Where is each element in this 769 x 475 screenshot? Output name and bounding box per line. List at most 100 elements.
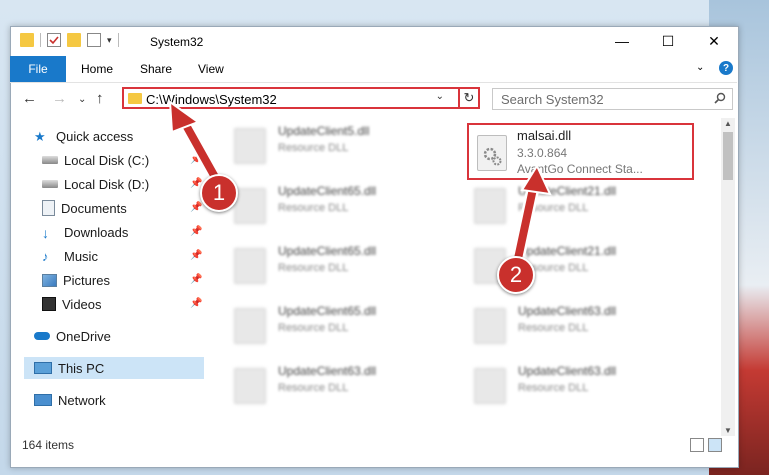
dll-file-icon — [234, 248, 266, 284]
view-switcher — [690, 438, 722, 452]
expand-ribbon-icon[interactable]: ⌄ — [696, 62, 704, 73]
address-bar[interactable]: C:\Windows\System32 ⌄ — [122, 87, 466, 109]
file-type: Resource DLL — [278, 262, 349, 274]
file-name: UpdateClient65.dll — [278, 304, 377, 318]
file-type: Resource DLL — [518, 322, 589, 334]
file-name: UpdateClient63.dll — [278, 364, 377, 378]
file-name: UpdateClient65.dll — [278, 244, 377, 258]
nav-item-pictures[interactable]: Pictures — [42, 269, 110, 291]
folder-icon — [20, 33, 34, 47]
file-name: UpdateClient21.dll — [518, 184, 617, 198]
file-item[interactable]: UpdateClient5.dll Resource DLL — [228, 120, 448, 170]
navigation-bar: ← → ⌄ ↑ C:\Windows\System32 ⌄ ↻ Search S… — [10, 84, 737, 114]
cloud-icon — [34, 332, 50, 340]
nav-item-label: Videos — [62, 296, 102, 312]
search-box[interactable]: Search System32 — [492, 88, 733, 110]
file-item[interactable]: UpdateClient63.dll Resource DLL — [228, 360, 448, 410]
large-icons-view-icon[interactable] — [708, 438, 722, 452]
dll-file-icon — [234, 308, 266, 344]
nav-item-network[interactable]: Network — [34, 389, 106, 411]
nav-item-label: Local Disk (D:) — [64, 176, 150, 192]
nav-item-label: Local Disk (C:) — [64, 152, 150, 168]
title-bar: ▾ System32 — ☐ ✕ — [10, 26, 737, 56]
qat-dropdown-icon[interactable]: ▾ — [107, 35, 112, 46]
network-icon — [34, 394, 52, 406]
file-name: malsai.dll — [517, 128, 572, 143]
file-type: Resource DLL — [278, 382, 349, 394]
tab-view[interactable]: View — [198, 62, 224, 76]
search-icon[interactable] — [714, 92, 726, 107]
nav-item-this-pc[interactable]: This PC — [24, 357, 204, 379]
tab-home[interactable]: Home — [81, 62, 113, 76]
file-item[interactable]: UpdateClient65.dll Resource DLL — [228, 240, 448, 290]
nav-item-videos[interactable]: Videos — [42, 293, 102, 315]
quick-access-toolbar: ▾ — [20, 33, 119, 47]
divider — [117, 33, 119, 47]
scroll-up-icon[interactable]: ▲ — [724, 119, 732, 128]
file-item[interactable]: UpdateClient63.dll Resource DLL — [468, 360, 688, 410]
file-item[interactable]: UpdateClient65.dll Resource DLL — [228, 180, 448, 230]
scrollbar-thumb[interactable] — [723, 132, 733, 180]
folder-icon — [128, 93, 142, 104]
dll-file-icon — [477, 135, 507, 171]
nav-item-label: Pictures — [63, 272, 110, 288]
nav-item-label: Network — [58, 392, 106, 408]
minimize-button[interactable]: — — [599, 26, 645, 56]
back-arrow-icon[interactable]: ← — [22, 90, 37, 107]
nav-item-music[interactable]: ♪ Music — [42, 245, 98, 267]
recent-locations-icon[interactable]: ⌄ — [78, 94, 86, 105]
step-2-badge: 2 — [497, 256, 535, 294]
pin-icon[interactable]: 📌 — [190, 274, 202, 285]
dll-file-icon — [234, 368, 266, 404]
dll-file-icon — [474, 188, 506, 224]
file-type: Resource DLL — [518, 382, 589, 394]
computer-icon — [34, 362, 52, 374]
pin-icon[interactable]: 📌 — [190, 298, 202, 309]
properties-icon[interactable] — [47, 33, 61, 47]
scroll-down-icon[interactable]: ▼ — [724, 426, 732, 435]
nav-item-onedrive[interactable]: OneDrive — [34, 325, 111, 347]
step-1-badge: 1 — [200, 174, 238, 212]
customize-toolbar-icon[interactable] — [87, 33, 101, 47]
file-type: Resource DLL — [278, 322, 349, 334]
ribbon-tabs: File Home Share View ⌄ ? — [10, 56, 737, 83]
vertical-scrollbar[interactable]: ▲ ▼ — [721, 118, 735, 436]
file-item[interactable]: UpdateClient21.dll Resource DLL — [468, 180, 688, 230]
close-button[interactable]: ✕ — [691, 26, 737, 56]
forward-arrow-icon[interactable]: → — [52, 90, 67, 107]
file-name: UpdateClient5.dll — [278, 124, 370, 138]
nav-item-documents[interactable]: Documents — [42, 197, 127, 219]
help-icon[interactable]: ? — [719, 61, 733, 75]
up-arrow-icon[interactable]: ↑ — [96, 90, 104, 107]
nav-item-downloads[interactable]: ↓ Downloads — [42, 221, 128, 243]
file-name: UpdateClient63.dll — [518, 364, 617, 378]
file-item[interactable]: UpdateClient65.dll Resource DLL — [228, 300, 448, 350]
refresh-button[interactable]: ↻ — [458, 87, 480, 109]
pin-icon[interactable]: 📌 — [190, 226, 202, 237]
search-input[interactable]: Search System32 — [501, 92, 604, 107]
address-dropdown-icon[interactable]: ⌄ — [436, 91, 444, 102]
nav-item-local-disk-d[interactable]: Local Disk (D:) — [42, 173, 149, 195]
nav-item-quick-access[interactable]: ★ Quick access — [34, 125, 133, 147]
star-icon: ★ — [34, 129, 46, 144]
pin-icon[interactable]: 📌 — [190, 250, 202, 261]
dll-file-icon — [474, 308, 506, 344]
target-file-item[interactable]: malsai.dll 3.3.0.864 AvantGo Connect Sta… — [467, 123, 694, 180]
address-path[interactable]: C:\Windows\System32 — [146, 92, 277, 107]
drive-icon — [42, 156, 58, 164]
file-item[interactable]: UpdateClient63.dll Resource DLL — [468, 300, 688, 350]
new-folder-icon[interactable] — [67, 33, 81, 47]
nav-item-label: Music — [64, 248, 98, 264]
nav-item-local-disk-c[interactable]: Local Disk (C:) — [42, 149, 149, 171]
nav-item-label: Downloads — [64, 224, 129, 240]
tab-share[interactable]: Share — [140, 62, 172, 76]
pictures-icon — [42, 273, 57, 287]
details-view-icon[interactable] — [690, 438, 704, 452]
maximize-button[interactable]: ☐ — [645, 26, 691, 56]
pin-icon[interactable]: 📌 — [190, 154, 202, 165]
tab-file[interactable]: File — [10, 56, 66, 82]
nav-item-label: Quick access — [56, 128, 134, 144]
pin-icon[interactable]: 📌 — [190, 202, 202, 213]
documents-icon — [42, 200, 55, 216]
divider — [40, 33, 41, 47]
